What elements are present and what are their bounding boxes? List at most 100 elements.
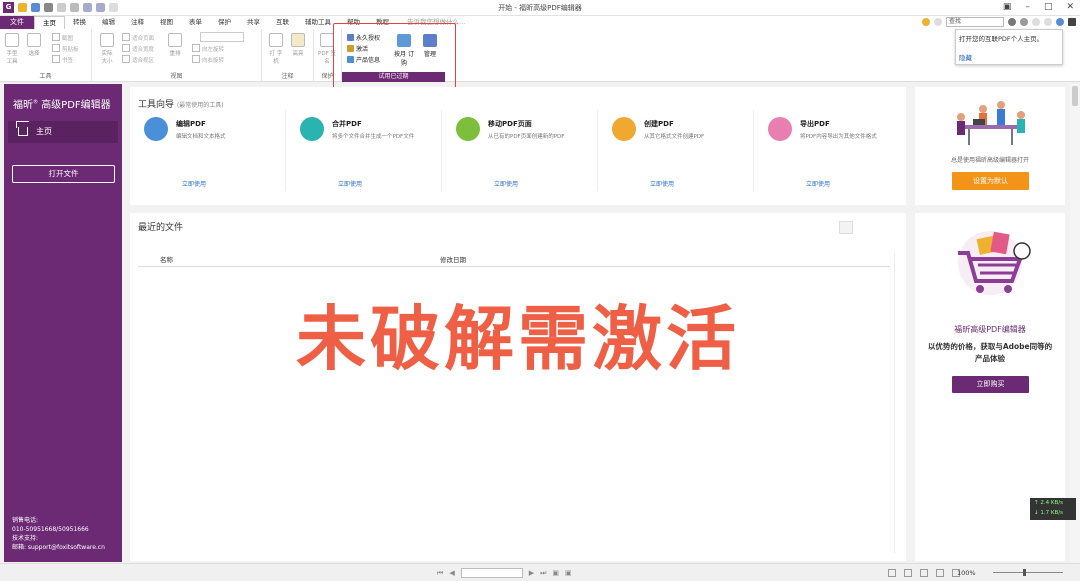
tab-convert[interactable]: 转换 xyxy=(65,16,94,29)
recent-table-header: 名称 修改日期 xyxy=(138,249,890,267)
tooltip-text: 打开您的互联PDF个人主页。 xyxy=(959,35,1044,43)
buy-now-button[interactable]: 立即购买 xyxy=(952,376,1029,393)
list-view-icon[interactable] xyxy=(839,221,853,234)
divider xyxy=(753,111,754,191)
open-file-button[interactable]: 打开文件 xyxy=(12,165,115,183)
sidebar-item-home[interactable]: 主页 xyxy=(8,121,118,143)
typewriter-button[interactable]: 打 字机 xyxy=(268,33,284,65)
forward-icon[interactable] xyxy=(1044,18,1052,26)
highlight-button[interactable]: 高亮 xyxy=(290,33,306,57)
fit-page-button[interactable]: 适合页面 xyxy=(122,33,154,42)
home-icon xyxy=(18,127,28,136)
bookmark-button[interactable]: 书签 xyxy=(52,55,73,64)
scrollbar-thumb[interactable] xyxy=(1072,86,1078,106)
tool-guide-panel: 工具向导 (最常使用的工具) 编辑PDF 编辑文档和文本格式 立即使用 合并PD… xyxy=(130,87,906,205)
ribbon: 手型 工具 选择 截图 剪贴板 书签 工具 实际 大小 适合页面 适合宽度 适合… xyxy=(0,29,1080,82)
continuous-icon[interactable] xyxy=(904,569,912,577)
zoom-combo[interactable] xyxy=(200,32,244,42)
tab-protect[interactable]: 保护 xyxy=(210,16,239,29)
tool-create-pdf[interactable]: 创建PDF 从其它格式文件创建PDF 立即使用 xyxy=(602,117,742,189)
column-name[interactable]: 名称 xyxy=(160,254,173,264)
gear-icon[interactable] xyxy=(1056,18,1064,26)
ribbon-group-tools: 手型 工具 选择 截图 剪贴板 书签 工具 xyxy=(0,29,92,82)
shopping-cart-illustration xyxy=(958,231,1031,295)
facing-icon[interactable] xyxy=(920,569,928,577)
back-icon[interactable] xyxy=(1032,18,1040,26)
use-now-link[interactable]: 立即使用 xyxy=(182,179,206,188)
recent-files-title: 最近的文件 xyxy=(138,223,184,233)
contact-info: 销售电话: 010-50951668/50951666 技术支持: 邮箱: su… xyxy=(12,517,105,551)
app-window: G 开始 - 福昕高级PDF编辑器 ▣ – □ ✕ 文件 主页 转换 编辑 注释… xyxy=(0,0,1080,581)
tooltip-hide-link[interactable]: 隐藏 xyxy=(959,52,972,62)
export-pdf-icon xyxy=(768,117,792,141)
clipboard-button[interactable]: 剪贴板 xyxy=(52,44,79,53)
snapshot-button[interactable]: 截图 xyxy=(52,33,73,42)
page-view2-icon[interactable]: ▣ xyxy=(565,569,572,577)
minimize-icon[interactable]: – xyxy=(1025,2,1030,12)
tab-view[interactable]: 视图 xyxy=(152,16,181,29)
tool-export-pdf[interactable]: 导出PDF 将PDF内容导出为其他文件格式 立即使用 xyxy=(758,117,898,189)
divider xyxy=(441,111,442,191)
search-icon[interactable] xyxy=(1008,18,1016,26)
smiley-icon[interactable] xyxy=(922,18,930,26)
maximize-icon[interactable]: □ xyxy=(1044,2,1053,12)
use-now-link[interactable]: 立即使用 xyxy=(494,179,518,188)
user-icon[interactable]: ▣ xyxy=(1003,2,1012,12)
fit-width-button[interactable]: 适合宽度 xyxy=(122,44,154,53)
find-icon[interactable] xyxy=(934,18,942,26)
page-view-icon[interactable]: ▣ xyxy=(552,569,559,577)
use-now-link[interactable]: 立即使用 xyxy=(338,179,362,188)
settings-icon[interactable] xyxy=(1020,18,1028,26)
trash-icon[interactable] xyxy=(879,221,893,234)
tab-home[interactable]: 主页 xyxy=(34,16,65,29)
select-button[interactable]: 选择 xyxy=(26,33,42,57)
tab-form[interactable]: 表单 xyxy=(181,16,210,29)
window-controls: ▣ – □ ✕ xyxy=(1003,2,1074,12)
column-date[interactable]: 修改日期 xyxy=(440,254,466,264)
reflow-button[interactable]: 重排 xyxy=(166,33,184,57)
menu-file[interactable]: 文件 xyxy=(0,16,34,29)
tab-connect[interactable]: 互联 xyxy=(268,16,297,29)
rotate-right-button[interactable]: 向右旋转 xyxy=(192,55,224,64)
tab-share[interactable]: 共享 xyxy=(239,16,268,29)
divider xyxy=(285,111,286,191)
search-input[interactable]: 查找 xyxy=(946,17,1004,27)
sidebar: 福昕® 高级PDF编辑器 主页 打开文件 销售电话: 010-50951668/… xyxy=(4,84,122,562)
hand-tool-button[interactable]: 手型 工具 xyxy=(4,33,20,65)
tool-guide-title: 工具向导 (最常使用的工具) xyxy=(138,100,224,110)
page-input[interactable] xyxy=(460,568,523,578)
tool-edit-pdf[interactable]: 编辑PDF 编辑文档和文本格式 立即使用 xyxy=(134,117,274,189)
prev-page-icon[interactable]: ◀ xyxy=(449,569,454,577)
ribbon-group-view: 实际 大小 适合页面 适合宽度 适合视区 重排 向左旋转 向右旋转 视图 xyxy=(92,29,262,82)
cover-icon[interactable] xyxy=(936,569,944,577)
last-page-icon[interactable]: ⏭ xyxy=(540,569,546,578)
title-bar: G 开始 - 福昕高级PDF编辑器 ▣ – □ ✕ xyxy=(0,0,1080,16)
set-default-button[interactable]: 设置为默认 xyxy=(952,172,1029,190)
page-navigation: ⏮ ◀ ▶ ⏭ ▣ ▣ xyxy=(437,568,572,578)
next-page-icon[interactable]: ▶ xyxy=(529,569,534,577)
first-page-icon[interactable]: ⏮ xyxy=(437,569,443,578)
window-title: 开始 - 福昕高级PDF编辑器 xyxy=(498,4,582,12)
recent-files-panel: 最近的文件 名称 修改日期 未破解需激活 xyxy=(130,213,906,561)
group-label-tools: 工具 xyxy=(39,73,52,80)
main-scrollbar[interactable] xyxy=(1070,84,1080,562)
zoom-slider[interactable] xyxy=(993,569,1063,576)
highlight-icon xyxy=(291,33,305,47)
profile-icon[interactable] xyxy=(1068,18,1076,26)
tab-edit[interactable]: 编辑 xyxy=(94,16,123,29)
fit-visible-button[interactable]: 适合视区 xyxy=(122,55,154,64)
sidebar-brand: 福昕® 高级PDF编辑器 xyxy=(13,99,111,111)
use-now-link[interactable]: 立即使用 xyxy=(650,179,674,188)
single-page-icon[interactable] xyxy=(888,569,896,577)
divider xyxy=(597,111,598,191)
close-icon[interactable]: ✕ xyxy=(1066,2,1074,12)
tool-merge-pdf[interactable]: 合并PDF 将多个文件合并生成一个PDF文件 立即使用 xyxy=(290,117,430,189)
ribbon-group-comment: 打 字机 高亮 注释 xyxy=(262,29,314,82)
grid-view-icon[interactable] xyxy=(859,221,873,234)
use-now-link[interactable]: 立即使用 xyxy=(806,179,830,188)
actual-size-button[interactable]: 实际 大小 xyxy=(98,33,116,65)
tool-move-pages[interactable]: 移动PDF页面 从已有的PDF页面创建新的PDF 立即使用 xyxy=(446,117,586,189)
rotate-left-button[interactable]: 向左旋转 xyxy=(192,44,224,53)
tab-comment[interactable]: 注释 xyxy=(123,16,152,29)
edit-pdf-icon xyxy=(144,117,168,141)
